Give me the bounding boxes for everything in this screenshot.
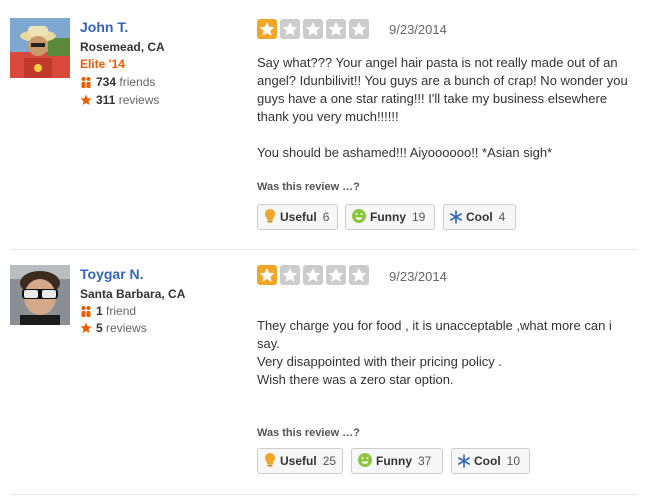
snowflake-icon [457,454,470,468]
cool-label: Cool [466,210,493,224]
useful-label: Useful [280,210,317,224]
star-icon [80,94,92,105]
funny-button[interactable]: Funny 19 [345,204,435,230]
user-name-link[interactable]: Toygar N. [80,266,144,282]
smiley-icon [352,209,366,223]
star-empty-icon [326,19,346,39]
funny-label: Funny [370,210,406,224]
review-divider [10,494,638,495]
review-text: Say what??? Your angel hair pasta is not… [257,54,637,162]
friends-icon [81,306,91,317]
friend-count-label: friend [106,304,137,318]
review-count-value: 311 [96,93,116,107]
friend-count-value: 1 [96,304,103,318]
review-item: John T. Rosemead, CA Elite '14 734 frien… [0,0,650,250]
star-empty-icon [280,265,300,285]
star-filled-icon [257,19,277,39]
star-rating [257,19,372,41]
useful-button[interactable]: Useful 25 [257,448,343,474]
review-count: 311 reviews [80,93,159,107]
lightbulb-icon [265,209,275,223]
useful-count: 6 [322,210,330,224]
user-location: Rosemead, CA [80,40,165,54]
review-count: 5 reviews [80,321,147,335]
review-date: 9/23/2014 [389,269,447,284]
star-empty-icon [280,19,300,39]
star-rating [257,265,372,287]
feedback-prompt: Was this review …? [257,427,360,439]
review-count-value: 5 [96,321,103,335]
review-date: 9/23/2014 [389,22,447,37]
star-empty-icon [326,265,346,285]
cool-label: Cool [474,454,501,468]
funny-count: 37 [418,454,432,468]
feedback-prompt: Was this review …? [257,181,360,193]
funny-label: Funny [376,454,412,468]
review-paragraph: They charge you for food , it is unaccep… [257,318,612,387]
cool-count: 4 [498,210,506,224]
star-empty-icon [303,265,323,285]
cool-count: 10 [506,454,521,468]
review-paragraph: You should be ashamed!!! Aiyoooooo!! *As… [257,145,553,160]
star-empty-icon [303,19,323,39]
funny-button[interactable]: Funny 37 [351,448,443,474]
lightbulb-icon [265,453,275,467]
useful-button[interactable]: Useful 6 [257,204,338,230]
user-name-link[interactable]: John T. [80,19,128,35]
cool-button[interactable]: Cool 10 [451,448,530,474]
funny-count: 19 [412,210,426,224]
friend-count-label: friends [119,75,156,89]
elite-badge[interactable]: Elite '14 [80,57,125,71]
review-count-label: reviews [118,93,160,107]
avatar[interactable] [10,18,70,78]
avatar[interactable] [10,265,70,325]
star-filled-icon [257,265,277,285]
snowflake-icon [449,210,462,224]
star-empty-icon [349,19,369,39]
star-icon [80,322,92,333]
friend-count: 1 friend [80,304,136,318]
friend-count: 734 friends [80,75,155,89]
useful-count: 25 [322,454,337,468]
review-item: Toygar N. Santa Barbara, CA 1 friend 5 r… [0,250,650,496]
smiley-icon [358,453,372,467]
useful-label: Useful [280,454,317,468]
friend-count-value: 734 [96,75,117,89]
review-count-label: reviews [106,321,147,335]
cool-button[interactable]: Cool 4 [443,204,516,230]
review-text: They charge you for food , it is unaccep… [257,299,637,407]
star-empty-icon [349,265,369,285]
user-location: Santa Barbara, CA [80,287,186,301]
friends-icon [81,77,91,88]
review-paragraph: Say what??? Your angel hair pasta is not… [257,55,628,124]
